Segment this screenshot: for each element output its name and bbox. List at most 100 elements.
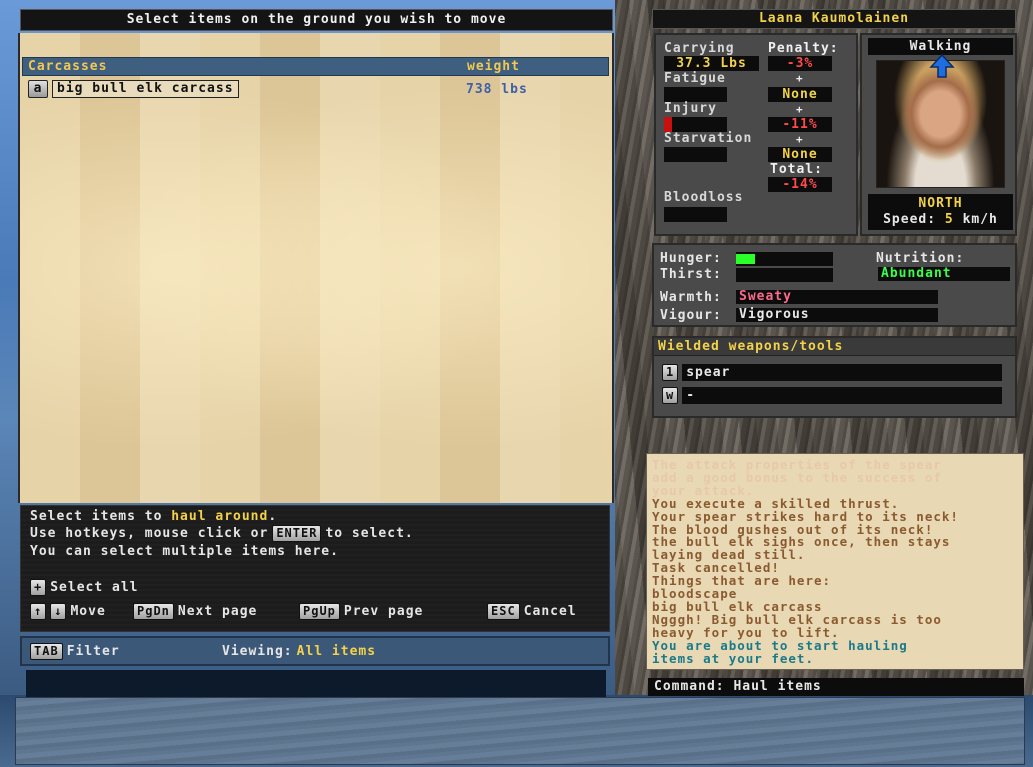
- help-line-1: Select items to haul around.: [30, 509, 277, 524]
- cancel-button[interactable]: ESC Cancel: [487, 603, 577, 620]
- arrow-down-key[interactable]: ↓: [50, 603, 67, 620]
- bottom-panel: [15, 697, 1025, 765]
- arrow-up-key[interactable]: ↑: [30, 603, 47, 620]
- plus-sign: +: [796, 133, 804, 146]
- weapon-slot-w[interactable]: w -: [662, 387, 1003, 404]
- speed-unit: km/h: [962, 212, 998, 227]
- select-all-button[interactable]: + Select all: [30, 579, 139, 596]
- help-line-2: Use hotkeys, mouse click or ENTER to sel…: [30, 525, 414, 542]
- esc-key[interactable]: ESC: [487, 603, 520, 620]
- bloodloss-bar: [664, 207, 727, 222]
- category-header: Carcasses: [28, 59, 108, 74]
- list-header: Carcasses weight: [22, 57, 609, 76]
- thirst-bar: [736, 268, 833, 282]
- hunger-bar: [736, 252, 833, 266]
- thirst-label: Thirst:: [660, 267, 722, 282]
- hunger-label: Hunger:: [660, 251, 722, 266]
- penalty-carrying: -3%: [768, 56, 832, 71]
- prev-page-button[interactable]: PgUp Prev page: [299, 603, 423, 620]
- viewing-value: All items: [296, 644, 377, 659]
- penalty-injury: -11%: [768, 117, 832, 132]
- arrow-up-icon: [929, 53, 955, 78]
- starvation-bar: [664, 147, 727, 162]
- total-label: Total:: [770, 162, 823, 177]
- hunger-fill: [736, 254, 756, 264]
- injury-bar: [664, 117, 727, 132]
- slot-w-key[interactable]: w: [662, 387, 679, 404]
- plus-sign: +: [796, 103, 804, 116]
- penalty-starvation: None: [768, 147, 832, 162]
- bloodloss-label: Bloodloss: [664, 190, 744, 205]
- carrying-value: 37.3 Lbs: [664, 56, 759, 71]
- vigour-value: Vigorous: [736, 308, 938, 322]
- fatigue-bar: [664, 87, 727, 102]
- help-highlight: haul around: [171, 509, 269, 524]
- viewing-label: Viewing:: [222, 644, 293, 659]
- select-all-label: Select all: [50, 580, 139, 595]
- slot-w-value: -: [682, 387, 1003, 404]
- help-text: Select items to: [30, 509, 172, 524]
- item-list-area: [18, 33, 614, 503]
- speed-label: Speed:: [883, 212, 937, 227]
- speed-readout: Speed: 5 km/h: [868, 212, 1013, 228]
- command-label: Command:: [654, 679, 725, 694]
- item-name[interactable]: big bull elk carcass: [52, 80, 239, 98]
- speed-value: 5: [944, 212, 954, 227]
- log-line: items at your feet.: [652, 650, 814, 666]
- cancel-label: Cancel: [523, 604, 577, 619]
- plus-sign: +: [796, 72, 804, 85]
- next-page-button[interactable]: PgDn Next page: [133, 603, 257, 620]
- character-name: Laana Kaumolainen: [652, 9, 1016, 29]
- weight-column-header: weight: [467, 59, 520, 74]
- weapons-panel: Wielded weapons/tools 1 spear w -: [652, 336, 1017, 418]
- portrait-panel: Walking NORTH Speed: 5 km/h: [860, 33, 1017, 236]
- prev-page-label: Prev page: [343, 604, 424, 619]
- help-text: .: [268, 509, 278, 524]
- command-value: Haul items: [733, 679, 822, 694]
- item-hotkey[interactable]: a: [28, 80, 48, 98]
- filter-bar: TAB Filter Viewing: All items: [20, 636, 610, 666]
- injury-label: Injury: [664, 101, 717, 116]
- viewing-indicator: Viewing: All items: [222, 644, 376, 659]
- move-label: Move: [70, 604, 106, 619]
- list-item[interactable]: a big bull elk carcass: [28, 80, 239, 100]
- carrying-label: Carrying: [664, 41, 735, 56]
- tab-key[interactable]: TAB: [30, 643, 63, 660]
- status-panel: Carrying 37.3 Lbs Fatigue Injury Starvat…: [654, 33, 858, 236]
- help-text: to select.: [325, 526, 414, 541]
- total-penalty: -14%: [768, 177, 832, 192]
- nutrition-value: Abundant: [878, 267, 1010, 281]
- message-log: The attack properties of the spear add a…: [646, 453, 1024, 670]
- injury-fill: [664, 117, 672, 132]
- pgup-key[interactable]: PgUp: [299, 603, 340, 620]
- warmth-value: Sweaty: [736, 290, 938, 304]
- needs-panel: Hunger: Thirst: Nutrition: Abundant Warm…: [652, 243, 1017, 327]
- warmth-label: Warmth:: [660, 290, 722, 305]
- enter-key[interactable]: ENTER: [272, 525, 322, 542]
- direction-box: NORTH Speed: 5 km/h: [868, 194, 1013, 230]
- filter-label: Filter: [66, 644, 120, 659]
- plus-key[interactable]: +: [30, 579, 47, 596]
- help-box: Select items to haul around. Use hotkeys…: [20, 505, 610, 632]
- weapons-title: Wielded weapons/tools: [654, 338, 1015, 356]
- penalty-label: Penalty:: [768, 41, 839, 56]
- command-bar: Command: Haul items: [648, 678, 1024, 696]
- left-bottom-strip: [26, 670, 606, 698]
- dialog-title: Select items on the ground you wish to m…: [20, 9, 613, 31]
- item-weight: 738 lbs: [466, 82, 528, 97]
- next-page-label: Next page: [177, 604, 258, 619]
- direction: NORTH: [918, 196, 963, 211]
- starvation-label: Starvation: [664, 131, 753, 146]
- help-line-3: You can select multiple items here.: [30, 544, 339, 559]
- fatigue-label: Fatigue: [664, 71, 726, 86]
- character-portrait: [876, 53, 1005, 188]
- slot-1-key[interactable]: 1: [662, 364, 679, 381]
- filter-button[interactable]: TAB Filter: [30, 643, 120, 660]
- nutrition-label: Nutrition:: [876, 251, 965, 266]
- help-text: Use hotkeys, mouse click or: [30, 526, 269, 541]
- move-control[interactable]: ↑ ↓ Move: [30, 603, 106, 620]
- pgdn-key[interactable]: PgDn: [133, 603, 174, 620]
- penalty-fatigue: None: [768, 87, 832, 102]
- slot-1-value: spear: [682, 364, 1003, 381]
- weapon-slot-1[interactable]: 1 spear: [662, 364, 1003, 381]
